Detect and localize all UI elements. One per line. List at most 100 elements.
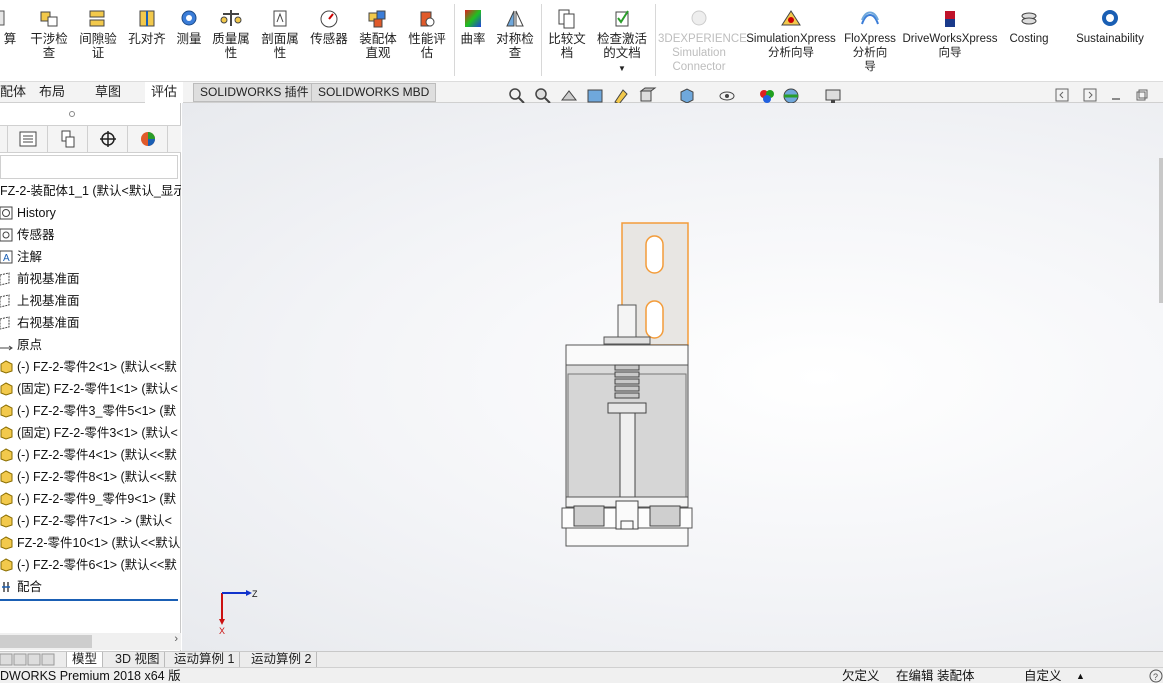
tree-item-history[interactable]: History xyxy=(0,202,181,224)
tree-item-top-plane[interactable]: 上视基准面 xyxy=(0,290,181,312)
feature-manager-panel: FZ-2-装配体1_1 (默认<默认_显示 History 传感器 A 注解 前视… xyxy=(0,103,181,651)
help-icon[interactable]: ? xyxy=(1149,669,1163,683)
spring-washer xyxy=(607,402,647,414)
tab-configuration-manager[interactable] xyxy=(48,126,88,152)
minimize-icon[interactable] xyxy=(1109,88,1123,102)
part-icon xyxy=(0,514,13,528)
document-tabs: 模型 3D 视图 运动算例 1 运动算例 2 xyxy=(0,651,1163,667)
annotation-icon: A xyxy=(0,250,13,264)
tab-dimxpert-manager[interactable] xyxy=(88,126,128,152)
ribbon-curvature-button[interactable]: 曲率 xyxy=(457,8,489,46)
tree-item-label: (-) FZ-2-零件3_零件5<1> (默 xyxy=(17,404,177,418)
configuration-manager-icon xyxy=(61,130,75,148)
tree-item-origin[interactable]: 原点 xyxy=(0,334,181,356)
clearance-icon xyxy=(89,10,105,27)
previous-panel-icon[interactable] xyxy=(1055,88,1069,102)
restore-icon[interactable] xyxy=(1135,88,1149,102)
units-dropdown-icon[interactable]: ▲ xyxy=(1076,668,1085,684)
tree-item-part7[interactable]: (-) FZ-2-零件7<1> -> (默认< xyxy=(0,510,181,532)
section-properties-icon xyxy=(273,10,287,27)
ribbon-section-properties-button[interactable]: 剖面属 性 xyxy=(258,8,302,60)
ribbon-label: 测量 xyxy=(176,32,202,46)
part-icon xyxy=(0,492,13,506)
status-definition: 欠定义 xyxy=(842,669,880,683)
plane-icon xyxy=(0,294,10,308)
tab-solidworks-mbd[interactable]: SOLIDWORKS MBD xyxy=(311,83,437,102)
tab-3d-views[interactable]: 3D 视图 xyxy=(110,652,166,667)
ribbon-costing-button[interactable]: Costing xyxy=(1004,8,1054,46)
scroll-right-icon[interactable]: › xyxy=(174,633,178,645)
tab-layout[interactable]: 布局 xyxy=(33,82,71,103)
tab-model[interactable]: 模型 xyxy=(66,652,104,667)
tree-item-label: (-) FZ-2-零件6<1> (默认<<默 xyxy=(17,558,177,572)
tree-item-annotations[interactable]: A 注解 xyxy=(0,246,181,268)
ribbon-mass-properties-button[interactable]: 质量属 性 xyxy=(209,8,253,60)
ribbon-driveworks-button[interactable]: DriveWorksXpress 向导 xyxy=(902,8,998,60)
ribbon-performance-button[interactable]: 性能评 估 xyxy=(405,8,449,60)
tree-item-part3[interactable]: (固定) FZ-2-零件3<1> (默认< xyxy=(0,422,181,444)
panel-horizontal-scrollbar[interactable]: › xyxy=(0,633,181,650)
origin-icon xyxy=(0,345,13,351)
feature-tree: FZ-2-装配体1_1 (默认<默认_显示 History 传感器 A 注解 前视… xyxy=(0,180,181,601)
tree-filter-input[interactable] xyxy=(0,155,178,179)
next-panel-icon[interactable] xyxy=(1083,88,1097,102)
tree-item-front-plane[interactable]: 前视基准面 xyxy=(0,268,181,290)
tree-item-sensors[interactable]: 传感器 xyxy=(0,224,181,246)
top-plate xyxy=(565,344,689,366)
ribbon-label-3: Connector xyxy=(672,61,726,73)
ribbon-calculate-button[interactable]: 算 xyxy=(0,8,20,46)
tree-root-assembly[interactable]: FZ-2-装配体1_1 (默认<默认_显示 xyxy=(0,180,181,202)
tree-item-part8[interactable]: (-) FZ-2-零件8<1> (默认<<默 xyxy=(0,466,181,488)
tab-motion-study-2[interactable]: 运动算例 2 xyxy=(246,652,318,667)
tab-motion-study-1[interactable]: 运动算例 1 xyxy=(169,652,241,667)
assembly-model[interactable] xyxy=(182,103,1163,651)
spring xyxy=(614,364,640,399)
ribbon-floxpress-button[interactable]: FloXpress 分析向 导 xyxy=(842,8,898,74)
graphics-area[interactable]: Z X xyxy=(182,103,1163,651)
tab-assembly[interactable]: 配体 xyxy=(0,82,32,103)
plane-icon xyxy=(0,316,10,330)
ribbon-hole-align-button[interactable]: 孔对齐 xyxy=(125,8,169,46)
ribbon-compare-button[interactable]: 比较文 档 xyxy=(545,8,589,60)
ribbon-interference-button[interactable]: 干涉检 查 xyxy=(27,8,71,60)
part-icon xyxy=(0,382,13,396)
scrollbar-thumb[interactable] xyxy=(0,635,92,648)
ribbon-symmetry-button[interactable]: 对称检 查 xyxy=(493,8,537,60)
panel-tabs-overflow[interactable] xyxy=(168,126,181,152)
tab-feature-manager-partial[interactable] xyxy=(0,126,8,152)
tree-item-part3-part5[interactable]: (-) FZ-2-零件3_零件5<1> (默 xyxy=(0,400,181,422)
tab-sketch[interactable]: 草图 xyxy=(89,82,127,103)
tree-item-part9[interactable]: (-) FZ-2-零件9_零件9<1> (默 xyxy=(0,488,181,510)
viewport-vertical-scrollbar[interactable] xyxy=(1159,158,1163,303)
ribbon-sustainability-button[interactable]: Sustainability xyxy=(1068,8,1152,46)
tab-solidworks-addins[interactable]: SOLIDWORKS 插件 xyxy=(193,83,316,102)
ribbon-measure-button[interactable]: 测量 xyxy=(173,8,205,46)
tree-item-label: 配合 xyxy=(17,580,43,594)
costing-icon xyxy=(1021,12,1037,25)
tab-property-manager[interactable] xyxy=(8,126,48,152)
ribbon-sensor-button[interactable]: 传感器 xyxy=(307,8,351,46)
tree-rollback-bar[interactable] xyxy=(0,599,178,601)
tab-navigation-icon[interactable] xyxy=(0,653,56,666)
ribbon-simxpress-button[interactable]: SimulationXpress 分析向导 xyxy=(744,8,838,60)
ribbon-assembly-visualization-button[interactable]: 装配体 直观 xyxy=(356,8,400,60)
tree-item-part1[interactable]: (固定) FZ-2-零件1<1> (默认< xyxy=(0,378,181,400)
tree-item-part6[interactable]: (-) FZ-2-零件6<1> (默认<<默 xyxy=(0,554,181,576)
ribbon-3dx-connector-button[interactable]: 3DEXPERIENCE Simulation Connector xyxy=(658,8,747,74)
status-units[interactable]: 自定义 xyxy=(1024,668,1062,684)
ribbon-clearance-button[interactable]: 间隙验 证 xyxy=(76,8,120,60)
ribbon-label-2: 档 xyxy=(560,46,574,60)
tree-item-label: 前视基准面 xyxy=(17,272,80,286)
tree-item-right-plane[interactable]: 右视基准面 xyxy=(0,312,181,334)
tree-item-mates[interactable]: 配合 xyxy=(0,576,181,598)
check-active-icon xyxy=(615,10,629,27)
tab-display-manager[interactable] xyxy=(128,126,168,152)
ribbon-check-active-button[interactable]: 检查激活 的文档 ▼ xyxy=(594,8,650,76)
history-icon xyxy=(0,206,13,220)
tree-item-part4[interactable]: (-) FZ-2-零件4<1> (默认<<默 xyxy=(0,444,181,466)
tab-evaluate[interactable]: 评估 xyxy=(145,82,184,103)
tree-item-part10[interactable]: FZ-2-零件10<1> (默认<<默认 xyxy=(0,532,181,554)
ribbon-label: 间隙验 xyxy=(79,32,117,46)
panel-grip-icon[interactable] xyxy=(68,110,76,118)
tree-item-part2[interactable]: (-) FZ-2-零件2<1> (默认<<默 xyxy=(0,356,181,378)
